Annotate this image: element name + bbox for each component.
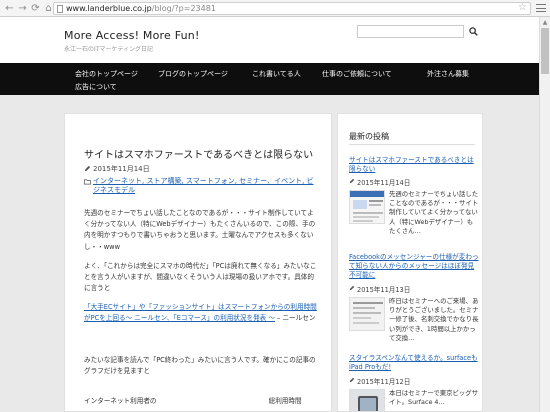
url-path: /blog/?p=23481 — [151, 4, 216, 13]
nav-item-outsourcing[interactable]: 外注さん募集 — [427, 69, 469, 79]
post-paragraph-4: みたいな記事を読んで「PC終わった」みたいに言う人です。確かにこの記事のグラフだ… — [84, 356, 316, 376]
nav-item-company-top[interactable]: 会社のトップページ — [75, 69, 138, 79]
scrollbar-thumb[interactable] — [541, 28, 549, 74]
post-paragraph-5: インターネット利用者の 総利用時間 — [84, 397, 302, 405]
recent-post-thumbnail[interactable] — [349, 297, 385, 331]
browser-toolbar: ← → ⟳ ⌂ www.landerblue.co.jp/blog/?p=234… — [0, 0, 550, 17]
site-header: More Access! More Fun! 永江一石のITマーケティング日記 — [0, 17, 550, 63]
site-title[interactable]: More Access! More Fun! — [64, 29, 200, 42]
sidebar-heading-divider — [349, 144, 475, 145]
pencil-icon — [349, 377, 355, 385]
page-scrollbar[interactable]: ▲ — [539, 17, 550, 412]
browser-menu-icon[interactable] — [536, 3, 546, 13]
forward-arrow-icon[interactable]: → — [16, 2, 29, 15]
sidebar-recent-posts: 最新の投稿 サイトはスマホファーストであるべきとは限らない 2015年11月14… — [337, 113, 483, 412]
bookmark-star-icon[interactable]: ☆ — [518, 2, 527, 13]
scroll-up-arrow-icon[interactable]: ▲ — [540, 17, 550, 27]
post-paragraph-3: 「大手ECサイト」や「ファッションサイト」はスマートフォンからの利用時間がPCを… — [84, 302, 320, 324]
post-categories: インターネット, ストア構築, スマートフォン, セミナー、イベント, ビジネス… — [84, 177, 320, 195]
post-date-text: 2015年11月14日 — [93, 165, 150, 173]
pencil-icon — [349, 178, 355, 186]
recent-post-date: 2015年11月14日 — [349, 177, 410, 187]
address-bar[interactable]: www.landerblue.co.jp/blog/?p=23481 — [53, 2, 531, 15]
nielsen-source: – ニールセン — [274, 314, 316, 323]
back-arrow-icon[interactable]: ← — [3, 2, 16, 15]
main-article: サイトはスマホファーストであるべきとは限らない 2015年11月14日 インター… — [64, 113, 332, 412]
nav-item-ads[interactable]: 広告について — [75, 82, 117, 92]
search-icon[interactable] — [466, 25, 480, 38]
nav-item-blog-top[interactable]: ブログのトップページ — [158, 69, 228, 79]
reload-icon[interactable]: ⟳ — [29, 2, 42, 15]
search-input[interactable] — [357, 25, 464, 38]
category-links[interactable]: インターネット, ストア構築, スマートフォン, セミナー、イベント, ビジネス… — [93, 177, 320, 195]
sidebar-heading: 最新の投稿 — [349, 132, 389, 141]
recent-post-date-text: 2015年11月14日 — [357, 179, 411, 187]
pencil-icon — [84, 165, 91, 174]
url-host: www.landerblue.co.jp — [66, 4, 152, 13]
recent-post-thumbnail[interactable] — [349, 190, 385, 224]
recent-post-link[interactable]: サイトはスマホファーストであるべきとは限らない — [349, 156, 479, 174]
recent-post-excerpt: 昨日はセミナーへのご来場、ありがとうございました。セミナー修了後、名刺交換でかな… — [389, 297, 479, 342]
nav-item-work-request[interactable]: 仕事のご依頼について — [322, 69, 392, 79]
post-paragraph-2: よく、「これからは完全にスマホの時代だ」「PCは廃れて無くなる」みたいなことを言… — [84, 262, 317, 293]
post-paragraph-1: 先週のセミナーでちょい話したことなのであるが・・・サイト制作していてよく分かって… — [84, 209, 316, 251]
recent-post-date: 2015年11月13日 — [349, 284, 410, 294]
post-date: 2015年11月14日 — [84, 164, 150, 174]
nav-item-author[interactable]: これ書いてる人 — [252, 69, 301, 79]
page-icon — [57, 5, 63, 13]
pencil-icon — [349, 285, 355, 293]
recent-post-link[interactable]: Facebookのメッセンジャーの仕様が変わって知らない人からのメッセージはほぼ… — [349, 253, 479, 280]
folder-icon — [84, 178, 91, 185]
recent-post-date: 2015年11月12日 — [349, 376, 410, 386]
recent-post-excerpt: 本日はセミナーで東京ビッグサイト。Surface 4… — [389, 389, 479, 407]
post-title[interactable]: サイトはスマホファーストであるべきとは限らない — [84, 146, 313, 161]
recent-post-thumbnail[interactable] — [349, 389, 385, 411]
recent-post-date-text: 2015年11月13日 — [357, 286, 411, 294]
main-navigation: 会社のトップページ ブログのトップページ これ書いてる人 仕事のご依頼について … — [0, 63, 550, 95]
recent-post-link[interactable]: スタイラスペンなんて使えるか。surfaceもiPad Proもだ! — [349, 354, 479, 372]
recent-post-excerpt: 先週のセミナーでちょい話したことなのであるが・・・サイト制作していてよく分かって… — [389, 190, 479, 235]
site-description: 永江一石のITマーケティング日記 — [64, 46, 153, 53]
recent-post-date-text: 2015年11月12日 — [357, 378, 411, 386]
